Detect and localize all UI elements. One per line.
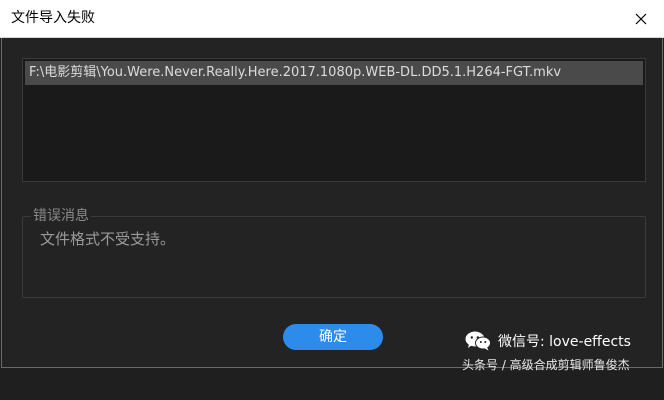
wechat-id: 微信号: love-effects: [498, 334, 631, 350]
window-title: 文件导入失败: [11, 10, 95, 26]
error-message-text: 文件格式不受支持。: [40, 230, 176, 248]
close-button[interactable]: [618, 0, 664, 37]
list-item-file[interactable]: F:\电影剪辑\You.Were.Never.Really.Here.2017.…: [25, 61, 643, 85]
error-group-label: 错误消息: [31, 207, 91, 225]
file-path: F:\电影剪辑\You.Were.Never.Really.Here.2017.…: [29, 65, 562, 80]
dialog-body: F:\电影剪辑\You.Were.Never.Really.Here.2017.…: [1, 38, 663, 372]
watermark: 微信号: love-effects 头条号 / 高级合成剪辑师鲁俊杰: [454, 330, 659, 400]
ok-button[interactable]: 确定: [283, 324, 383, 350]
wechat-icon: [465, 331, 491, 351]
file-list[interactable]: F:\电影剪辑\You.Were.Never.Really.Here.2017.…: [22, 58, 646, 182]
error-message-group: 错误消息 文件格式不受支持。: [22, 207, 646, 298]
title-bar: 文件导入失败: [0, 0, 664, 38]
wechat-watermark: 微信号: love-effects: [464, 330, 631, 352]
close-icon: [635, 13, 647, 24]
toutiao-watermark: 头条号 / 高级合成剪辑师鲁俊杰: [462, 358, 630, 372]
